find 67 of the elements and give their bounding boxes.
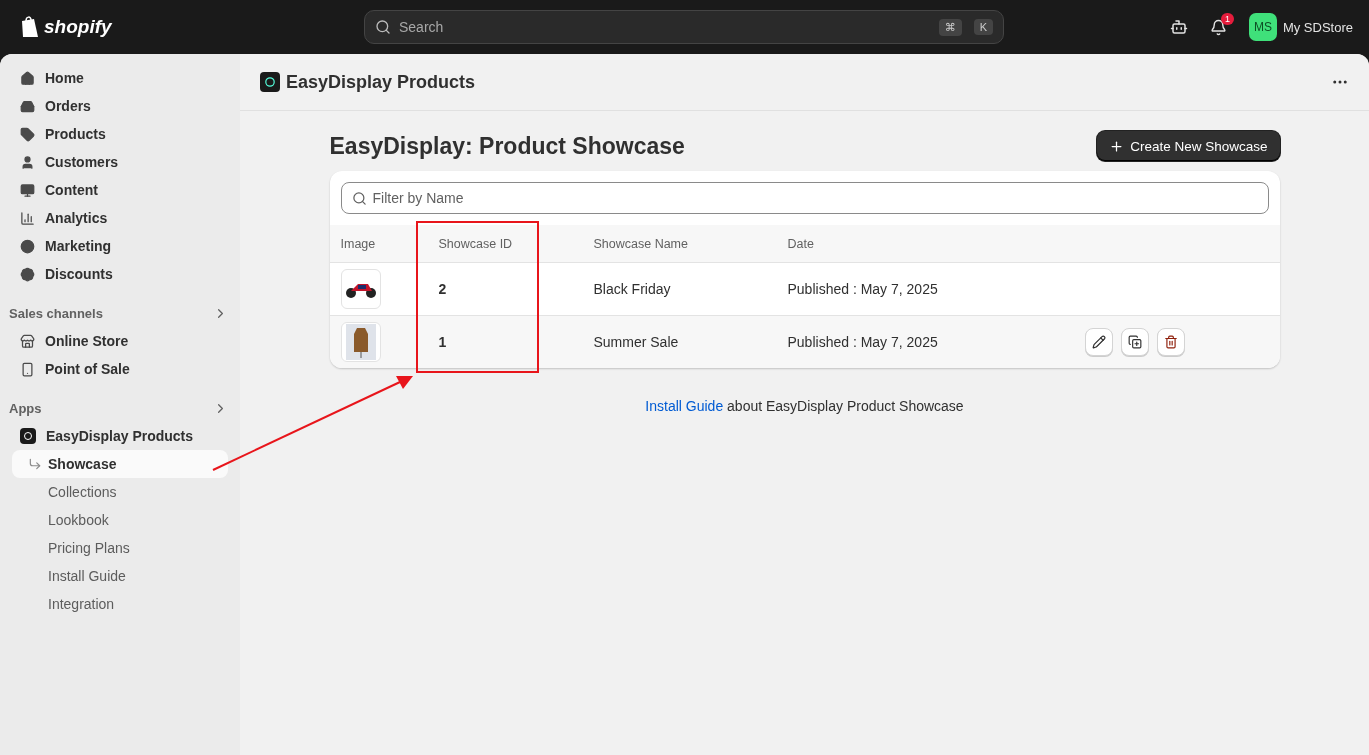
pencil-icon	[1091, 335, 1106, 349]
plus-icon	[1109, 138, 1125, 154]
sidebar-item[interactable]: Online Store	[12, 327, 228, 355]
sidebar-subitem[interactable]: Lookbook	[12, 506, 228, 534]
table-cell-text: 2	[438, 281, 448, 297]
sidebar-item[interactable]: EasyDisplay Products	[12, 422, 228, 450]
bar-chart-icon	[20, 210, 35, 226]
sidebar-subitem[interactable]: Integration	[12, 590, 228, 618]
sidebar-item[interactable]: Content	[12, 176, 228, 204]
copy-plus-icon	[1127, 335, 1142, 349]
store-name[interactable]: My SDStore	[1282, 19, 1353, 35]
keyboard-key: ⌘	[938, 18, 962, 36]
sidebar-item[interactable]: Marketing	[12, 232, 228, 260]
table-cell-text: Summer Sale	[593, 334, 680, 350]
column-header: Date	[787, 236, 815, 251]
section-title: Apps	[9, 401, 42, 416]
sidebar-item[interactable]: Analytics	[12, 204, 228, 232]
section-title: Sales channels	[9, 306, 103, 321]
filter-field[interactable]: Filter by Name	[340, 182, 1269, 214]
sidebar-subitem[interactable]: Pricing Plans	[12, 534, 228, 562]
column-header: Showcase ID	[438, 236, 514, 251]
table-cell-text: 1	[438, 334, 448, 350]
search-icon	[351, 191, 367, 206]
sidebar-item[interactable]: Products	[12, 120, 228, 148]
sidebar-item[interactable]: Point of Sale	[12, 355, 228, 383]
column-header: Image	[340, 236, 377, 251]
search-field[interactable]: Search ⌘ K	[364, 10, 1004, 44]
notification-count: 1	[1220, 12, 1234, 25]
robot-icon[interactable]	[1169, 18, 1188, 36]
sidebar-subitem[interactable]: Collections	[12, 478, 228, 506]
install-guide-link[interactable]: Install Guide	[645, 398, 724, 414]
keyboard-key: K	[973, 19, 993, 35]
trash-icon	[1163, 335, 1178, 349]
sidebar-subitem[interactable]: Install Guide	[12, 562, 228, 590]
table-row[interactable]: 1 Summer Sale Published : May 7, 2025	[329, 316, 1280, 368]
search-icon	[375, 19, 391, 35]
table-row[interactable]: 2 Black Friday Published : May 7, 2025	[329, 263, 1280, 316]
sidebar-subitem[interactable]: Showcase	[12, 450, 228, 478]
column-header: Showcase Name	[593, 236, 689, 251]
store-avatar[interactable]: MS	[1248, 13, 1277, 41]
sidebar-item[interactable]: Home	[12, 64, 228, 92]
person-icon	[20, 154, 35, 170]
store-icon	[20, 333, 35, 349]
monitor-icon	[20, 182, 35, 198]
home-icon	[20, 70, 35, 86]
footer-text: Install Guide about EasyDisplay Product Showcase	[644, 398, 965, 414]
delete-button[interactable]	[1156, 328, 1185, 356]
duplicate-button[interactable]	[1120, 328, 1149, 356]
sidebar-item[interactable]: Orders	[12, 92, 228, 120]
phone-icon	[20, 361, 35, 377]
table-cell-text: Black Friday	[593, 281, 672, 297]
table-cell-text: Published : May 7, 2025	[787, 281, 939, 297]
tag-icon	[20, 126, 35, 142]
create-button[interactable]: Create New Showcase	[1097, 131, 1280, 161]
inbox-icon	[20, 98, 35, 114]
corner-arrow-icon	[28, 457, 42, 471]
app-title: EasyDisplay Products	[286, 71, 476, 93]
app-icon	[260, 72, 280, 92]
page-title: EasyDisplay: Product Showcase	[329, 132, 685, 160]
logo-text[interactable]: shopify	[44, 16, 112, 38]
notification-icon[interactable]	[1209, 18, 1227, 36]
app-icon	[20, 428, 36, 444]
shopping-bag-logo-icon	[20, 15, 40, 39]
sidebar-item[interactable]: Customers	[12, 148, 228, 176]
edit-button[interactable]	[1084, 328, 1113, 356]
sidebar-item[interactable]: Discounts	[12, 260, 228, 288]
table-cell-text: Published : May 7, 2025	[787, 334, 939, 350]
